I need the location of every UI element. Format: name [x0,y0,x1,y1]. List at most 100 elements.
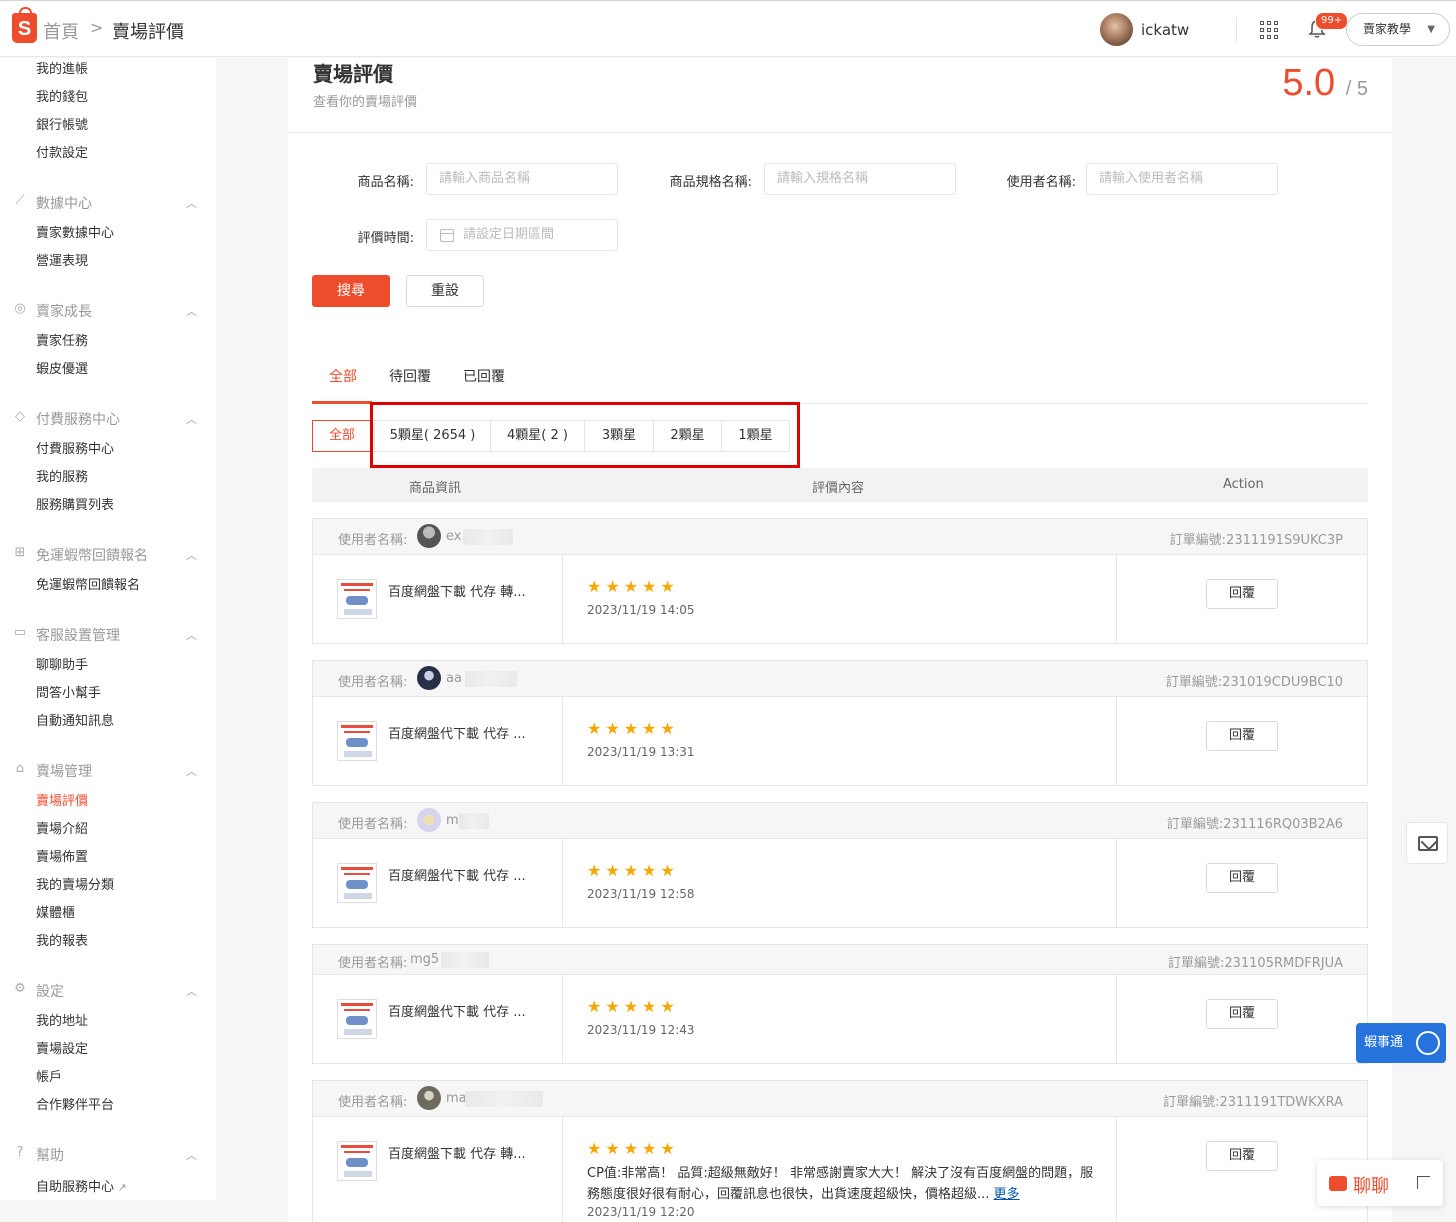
user-name[interactable]: ickatw [1141,21,1189,39]
reply-button[interactable]: 回覆 [1206,863,1278,893]
sidebar-group-settings[interactable]: 設定 [36,981,64,1001]
seller-tutorial-dropdown[interactable]: 賣家教學 ▼ [1346,13,1450,46]
sidebar-item-shop-categories[interactable]: 我的賣場分類 [36,874,114,893]
rating-stars: ★★★★★ [587,861,679,880]
breadcrumb-separator: > [90,18,104,37]
review-user-name: mg5 [410,952,440,967]
reply-button[interactable]: 回覆 [1206,721,1278,751]
tab-all[interactable]: 全部 [329,366,357,386]
review-comment: CP值:非常高！ 品質:超級無敵好！ 非常感謝賣家大大！ 解決了沒有百度網盤的問… [587,1163,1099,1205]
sidebar-group-data-center[interactable]: 數據中心 [36,193,92,213]
sidebar-item-seller-tasks[interactable]: 賣家任務 [36,330,88,349]
sidebar-item-account[interactable]: 帳戶 [36,1066,62,1085]
review-card: 使用者名稱: ex 訂單編號:2311191S9UKC3P 百度網盤下載 代存 … [312,518,1368,644]
sidebar-item-preferred[interactable]: 蝦皮優選 [36,358,88,377]
grid-icon: ⊞ [14,545,26,560]
sidebar-item-service-purchases[interactable]: 服務購買列表 [36,494,114,513]
column-action: Action [1223,477,1264,492]
column-divider [562,697,563,785]
tab-replied[interactable]: 已回覆 [463,366,505,386]
message-float-button[interactable] [1406,822,1448,864]
sidebar-item-bank-account[interactable]: 銀行帳號 [36,114,88,133]
product-name[interactable]: 百度網盤代下載 代存 ... [388,723,526,742]
gear-icon: ⚙ [14,981,26,996]
sidebar-item-shop-reviews[interactable]: 賣場評價 [36,790,88,809]
sidebar-group-shipping-coins[interactable]: 免運蝦幣回饋報名 [36,545,148,565]
product-name[interactable]: 百度網盤代下載 代存 ... [388,1001,526,1020]
page-title: 賣場評價 [313,62,393,86]
sidebar-item-shop-settings[interactable]: 賣場設定 [36,1038,88,1057]
sidebar-item-chat-assistant[interactable]: 聊聊助手 [36,654,88,673]
shop-icon: ⌂ [15,761,25,776]
sidebar-item-faq-helper[interactable]: 問答小幫手 [36,682,101,701]
chevron-up-icon[interactable]: ︿ [186,983,197,999]
reply-button[interactable]: 回覆 [1206,579,1278,609]
sidebar-item-my-address[interactable]: 我的地址 [36,1010,88,1029]
sidebar-item-my-services[interactable]: 我的服務 [36,466,88,485]
shopee-logo-icon[interactable]: S [12,7,37,43]
sidebar-item-shipping-coins[interactable]: 免運蝦幣回饋報名 [36,574,140,593]
product-thumbnail[interactable] [337,1141,377,1181]
chevron-up-icon[interactable]: ︿ [186,763,197,779]
redacted-username [465,671,517,687]
assistant-float-button[interactable]: 蝦事通 [1356,1023,1446,1063]
sidebar-item-wallet[interactable]: 我的錢包 [36,86,88,105]
product-name[interactable]: 百度網盤下載 代存 轉... [388,1143,526,1162]
apps-grid-icon[interactable] [1260,21,1278,39]
chevron-up-icon[interactable]: ︿ [186,627,197,643]
review-time: 2023/11/19 12:43 [587,1023,695,1037]
expand-icon[interactable] [1417,1176,1430,1189]
product-name-input[interactable]: 請輸入商品名稱 [426,163,618,195]
chat-float-button[interactable]: 聊聊 [1317,1160,1443,1206]
sidebar-item-shop-intro[interactable]: 賣場介紹 [36,818,88,837]
sidebar: 我的進帳 我的錢包 銀行帳號 付款設定 ⟋ 數據中心 ︿ 賣家數據中心 營運表現… [0,58,216,1200]
sidebar-item-auto-messages[interactable]: 自動通知訊息 [36,710,114,729]
star-filter-all[interactable]: 全部 [312,420,372,452]
sidebar-item-shop-decoration[interactable]: 賣場佈置 [36,846,88,865]
avatar [417,808,441,832]
sidebar-group-help[interactable]: 幫助 [36,1145,64,1165]
column-divider [1116,697,1117,785]
reply-button[interactable]: 回覆 [1206,1141,1278,1171]
sidebar-item-my-reports[interactable]: 我的報表 [36,930,88,949]
chevron-up-icon[interactable]: ︿ [186,1147,197,1163]
order-number: 訂單編號:231019CDU9BC10 [1165,675,1343,690]
date-range-input[interactable]: 請設定日期區間 [426,219,618,251]
product-name[interactable]: 百度網盤下載 代存 轉... [388,581,526,600]
sidebar-item-seller-data[interactable]: 賣家數據中心 [36,222,114,241]
product-thumbnail[interactable] [337,721,377,761]
sidebar-group-customer-service[interactable]: 客服設置管理 [36,625,120,645]
sidebar-item-partner-platform[interactable]: 合作夥伴平台 [36,1094,114,1113]
sidebar-group-seller-growth[interactable]: 賣家成長 [36,301,92,321]
location-icon: ◎ [14,301,26,316]
chevron-up-icon[interactable]: ︿ [186,195,197,211]
sidebar-item-payment-settings[interactable]: 付款設定 [36,142,88,161]
sidebar-item-media-library[interactable]: 媒體櫃 [36,902,75,921]
user-name-input[interactable]: 請輸入使用者名稱 [1086,163,1278,195]
chevron-up-icon[interactable]: ︿ [186,547,197,563]
sidebar-item-paid-services[interactable]: 付費服務中心 [36,438,114,457]
product-name[interactable]: 百度網盤代下載 代存 ... [388,865,526,884]
product-thumbnail[interactable] [337,863,377,903]
sidebar-group-shop-management[interactable]: 賣場管理 [36,761,92,781]
sidebar-item-self-service[interactable]: 自助服務中心 ↗ [36,1176,127,1195]
column-divider [562,839,563,927]
chevron-up-icon[interactable]: ︿ [186,303,197,319]
review-header: 使用者名稱: mg5 訂單編號:231105RMDFRJUA [313,945,1367,975]
reply-button[interactable]: 回覆 [1206,999,1278,1029]
sidebar-item-performance[interactable]: 營運表現 [36,250,88,269]
spec-name-input[interactable]: 請輸入規格名稱 [764,163,956,195]
breadcrumb-home[interactable]: 首頁 [43,18,79,44]
reset-button[interactable]: 重設 [406,275,484,307]
review-user-label: 使用者名稱: [338,1095,408,1110]
sidebar-group-paid-services[interactable]: 付費服務中心 [36,409,120,429]
product-thumbnail[interactable] [337,999,377,1039]
chevron-up-icon[interactable]: ︿ [186,411,197,427]
product-thumbnail[interactable] [337,579,377,619]
more-link[interactable]: 更多 [994,1187,1020,1202]
tab-pending-reply[interactable]: 待回覆 [389,366,431,386]
review-card: 使用者名稱: mg5 訂單編號:231105RMDFRJUA 百度網盤代下載 代… [312,944,1368,1064]
sidebar-item-income[interactable]: 我的進帳 [36,58,88,77]
avatar[interactable] [1100,13,1133,46]
search-button[interactable]: 搜尋 [312,275,390,307]
